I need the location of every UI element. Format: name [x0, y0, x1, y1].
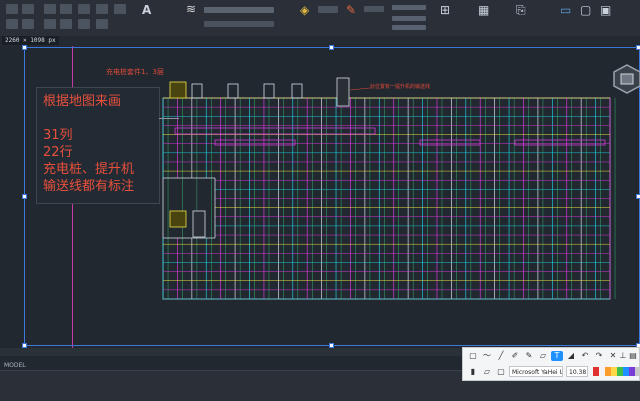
- font-family-select[interactable]: Microsoft YaHei UI: [509, 366, 563, 377]
- annotation-line: 22行: [43, 145, 73, 160]
- charger-callout: 充电桩套件1、3层: [106, 68, 164, 76]
- annotation-line: 充电桩、提升机: [43, 162, 135, 177]
- selection-handle[interactable]: [329, 45, 334, 50]
- annotation-line: 输送线都有标注: [43, 179, 135, 194]
- selection-handle[interactable]: [636, 194, 640, 199]
- annotation-line: 根据地图来画: [43, 94, 122, 109]
- text-edit-toolbar: ▢ 〜 ╱ ✐ ✎ ▱ T ◢ ↶ ↷ ✕ ⊥ ▤ ▮ ▱ ▢ Microsof…: [462, 347, 640, 381]
- annotation-line: 31列: [43, 128, 73, 143]
- marker-icon[interactable]: ✎: [523, 351, 535, 361]
- annotation-leader: [159, 118, 179, 119]
- bold-icon[interactable]: ▮: [467, 367, 479, 377]
- text-icon[interactable]: T: [551, 351, 563, 361]
- view-cube-icon[interactable]: [612, 64, 640, 94]
- underline-icon[interactable]: ▱: [481, 367, 493, 377]
- font-size-input[interactable]: 10.38: [566, 366, 588, 377]
- undo-icon[interactable]: ↶: [579, 351, 591, 361]
- select-icon[interactable]: ▢: [467, 351, 479, 361]
- eraser-icon[interactable]: ◢: [565, 351, 577, 361]
- pen-icon[interactable]: 〜: [481, 351, 493, 361]
- redo-icon[interactable]: ↷: [593, 351, 605, 361]
- save-icon[interactable]: ▤: [627, 351, 639, 361]
- conveyor-callout: 此位置有一提升机的输送线: [370, 84, 431, 90]
- selection-handle[interactable]: [22, 45, 27, 50]
- line-icon[interactable]: ╱: [495, 351, 507, 361]
- text-icon-placeholder[interactable]: ▱: [537, 351, 549, 361]
- color-swatch[interactable]: [635, 367, 640, 376]
- model-tab[interactable]: MODEL: [4, 362, 26, 369]
- annotation-textbox[interactable]: 根据地图来画 31列 22行 充电桩、提升机 输送线都有标注: [36, 87, 160, 204]
- brush-icon[interactable]: ✐: [509, 351, 521, 361]
- selection-handle[interactable]: [22, 194, 27, 199]
- selection-handle[interactable]: [636, 45, 640, 50]
- align-icon[interactable]: ▢: [495, 367, 507, 377]
